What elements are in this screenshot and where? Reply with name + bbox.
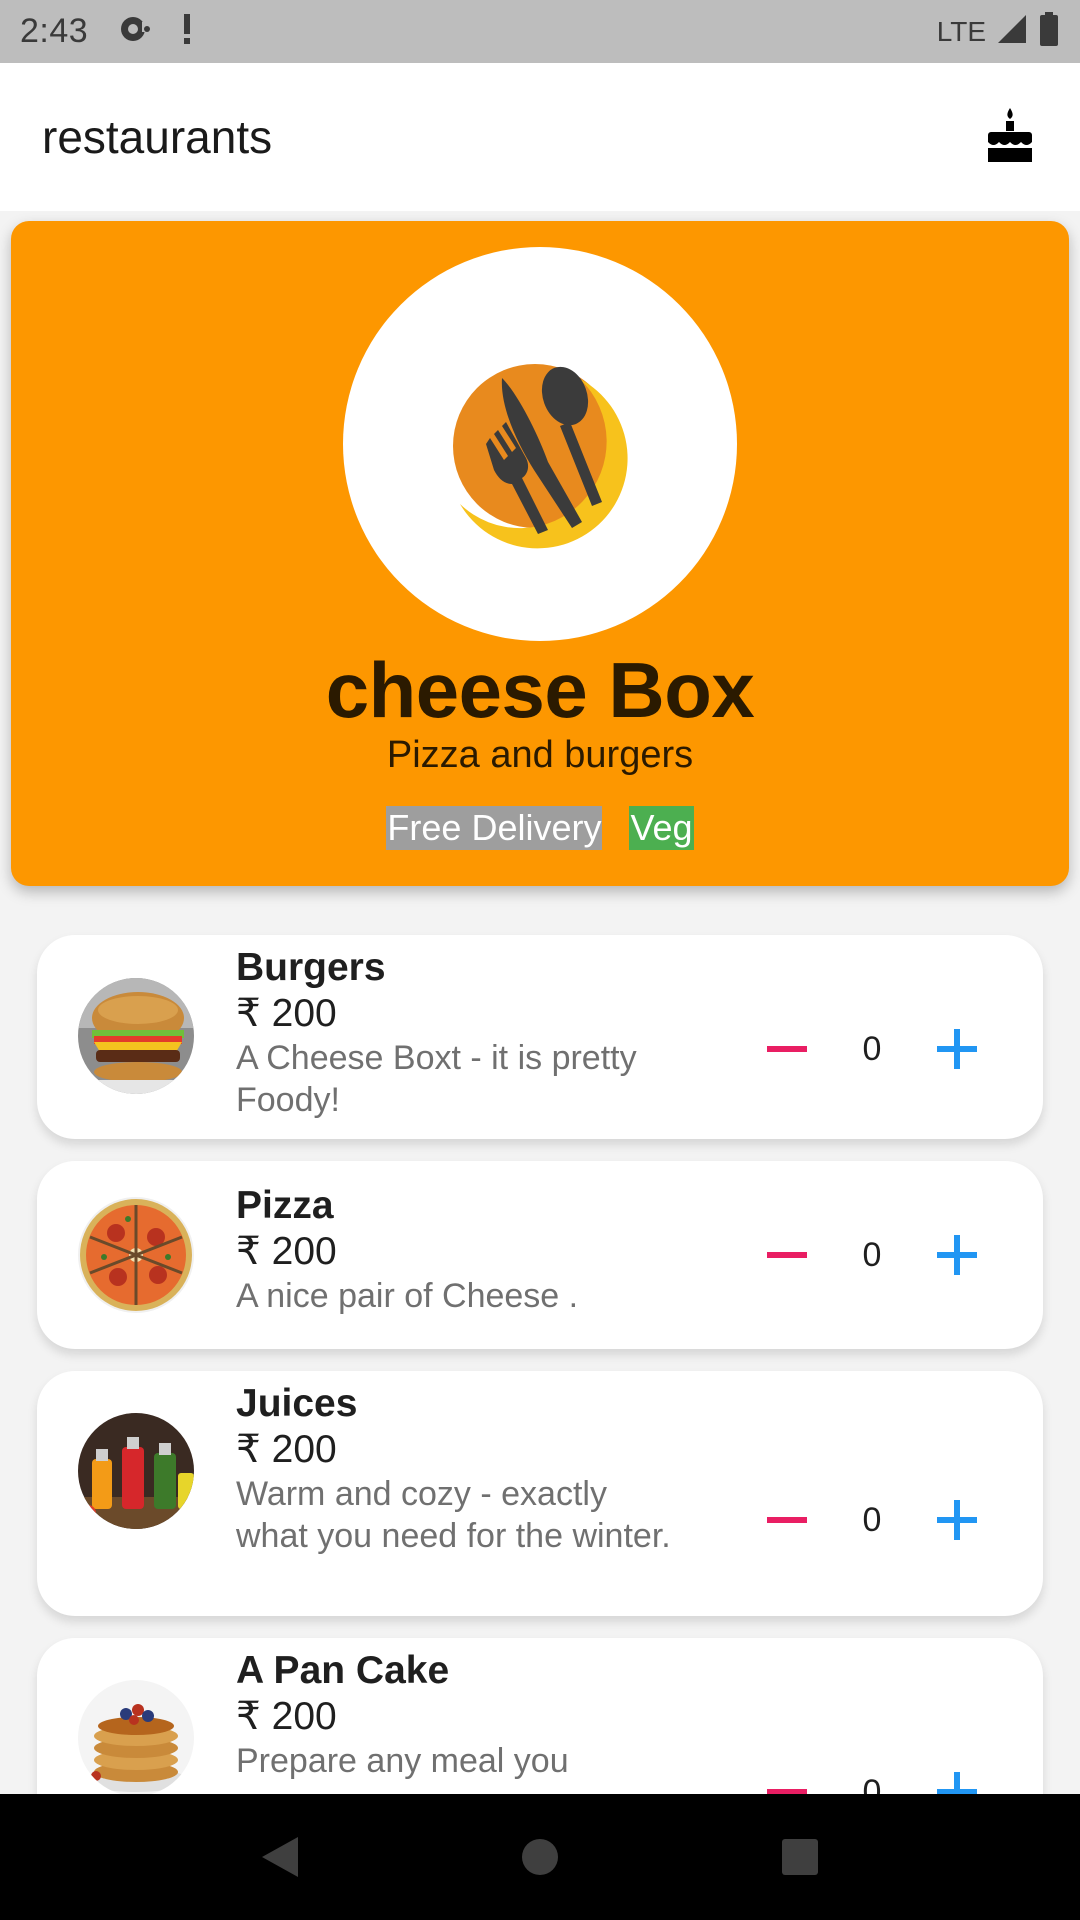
menu-item-text: A Pan Cake ₹ 200 Prepare any meal you xyxy=(236,1648,676,1782)
network-type-label: LTE xyxy=(936,15,986,47)
restaurant-logo xyxy=(343,247,737,641)
plus-icon xyxy=(937,1235,977,1275)
home-button[interactable] xyxy=(500,1817,580,1897)
menu-item-pizza: Pizza ₹ 200 A nice pair of Cheese . 0 xyxy=(37,1161,1043,1349)
quantity-value: 0 xyxy=(862,1235,882,1274)
menu-item-juices: Juices ₹ 200 Warm and cozy - exactly wha… xyxy=(37,1371,1043,1616)
utensils-logo-icon xyxy=(453,364,628,549)
tag-veg: Veg xyxy=(629,806,694,850)
quantity-value: 0 xyxy=(862,1029,882,1068)
item-description: Prepare any meal you xyxy=(236,1742,569,1780)
status-notification-icons xyxy=(118,12,194,51)
pizza-image xyxy=(78,1197,194,1313)
quantity-value: 0 xyxy=(862,1500,882,1539)
decrease-button[interactable] xyxy=(752,1220,822,1290)
menu-item-text: Burgers ₹ 200 A Cheese Boxt - it is pret… xyxy=(236,945,676,1121)
item-price: ₹ 200 xyxy=(236,1230,337,1273)
sync-icon xyxy=(118,12,152,51)
juices-image xyxy=(78,1413,194,1529)
page-title: restaurants xyxy=(42,111,273,163)
menu-item-burgers: Burgers ₹ 200 A Cheese Boxt - it is pret… xyxy=(37,935,1043,1139)
back-triangle-icon xyxy=(262,1837,298,1877)
minus-icon xyxy=(767,1252,807,1258)
status-time: 2:43 xyxy=(20,12,89,50)
home-circle-icon xyxy=(522,1839,558,1875)
tag-free-delivery: Free Delivery xyxy=(386,806,603,850)
item-description: Warm and cozy - exactly what you need fo… xyxy=(236,1475,671,1555)
signal-icon xyxy=(996,13,1028,50)
quantity-stepper: 0 xyxy=(752,1485,992,1555)
quantity-stepper: 0 xyxy=(752,1014,992,1084)
minus-icon xyxy=(767,1046,807,1052)
quantity-stepper: 0 xyxy=(752,1220,992,1290)
item-name: A Pan Cake xyxy=(236,1649,450,1692)
increase-button[interactable] xyxy=(922,1014,992,1084)
recents-button[interactable] xyxy=(760,1817,840,1897)
item-description: A Cheese Boxt - it is pretty Foody! xyxy=(236,1039,637,1119)
increase-button[interactable] xyxy=(922,1485,992,1555)
burger-image xyxy=(78,978,194,1094)
item-name: Juices xyxy=(236,1382,358,1425)
minus-icon xyxy=(767,1517,807,1523)
decrease-button[interactable] xyxy=(752,1485,822,1555)
menu-item-text: Juices ₹ 200 Warm and cozy - exactly wha… xyxy=(236,1381,676,1557)
item-price: ₹ 200 xyxy=(236,1695,337,1738)
increase-button[interactable] xyxy=(922,1220,992,1290)
status-system-icons: LTE xyxy=(937,11,1060,52)
cake-button[interactable] xyxy=(982,107,1038,167)
plus-icon xyxy=(937,1029,977,1069)
restaurant-header-card: cheese Box Pizza and burgers Free Delive… xyxy=(11,221,1069,886)
item-price: ₹ 200 xyxy=(236,1428,337,1471)
alert-icon xyxy=(180,12,194,51)
back-button[interactable] xyxy=(240,1817,320,1897)
menu-item-text: Pizza ₹ 200 A nice pair of Cheese . xyxy=(236,1183,676,1317)
status-bar: 2:43 LTE xyxy=(0,0,1080,63)
item-name: Burgers xyxy=(236,946,386,989)
item-description: A nice pair of Cheese . xyxy=(236,1277,579,1315)
pancake-image xyxy=(78,1680,194,1796)
decrease-button[interactable] xyxy=(752,1014,822,1084)
restaurant-tags: Free Delivery Veg xyxy=(11,806,1069,850)
restaurant-name: cheese Box xyxy=(325,646,755,734)
app-bar: restaurants xyxy=(0,63,1080,211)
item-name: Pizza xyxy=(236,1184,334,1227)
item-price: ₹ 200 xyxy=(236,992,337,1035)
cake-icon xyxy=(985,106,1035,169)
battery-icon xyxy=(1038,11,1060,52)
screen: 2:43 LTE restaurants cheese Box Pizza an… xyxy=(0,0,1080,1920)
restaurant-subtitle: Pizza and burgers xyxy=(386,734,694,776)
recents-square-icon xyxy=(782,1839,818,1875)
system-navigation-bar xyxy=(0,1794,1080,1920)
plus-icon xyxy=(937,1500,977,1540)
